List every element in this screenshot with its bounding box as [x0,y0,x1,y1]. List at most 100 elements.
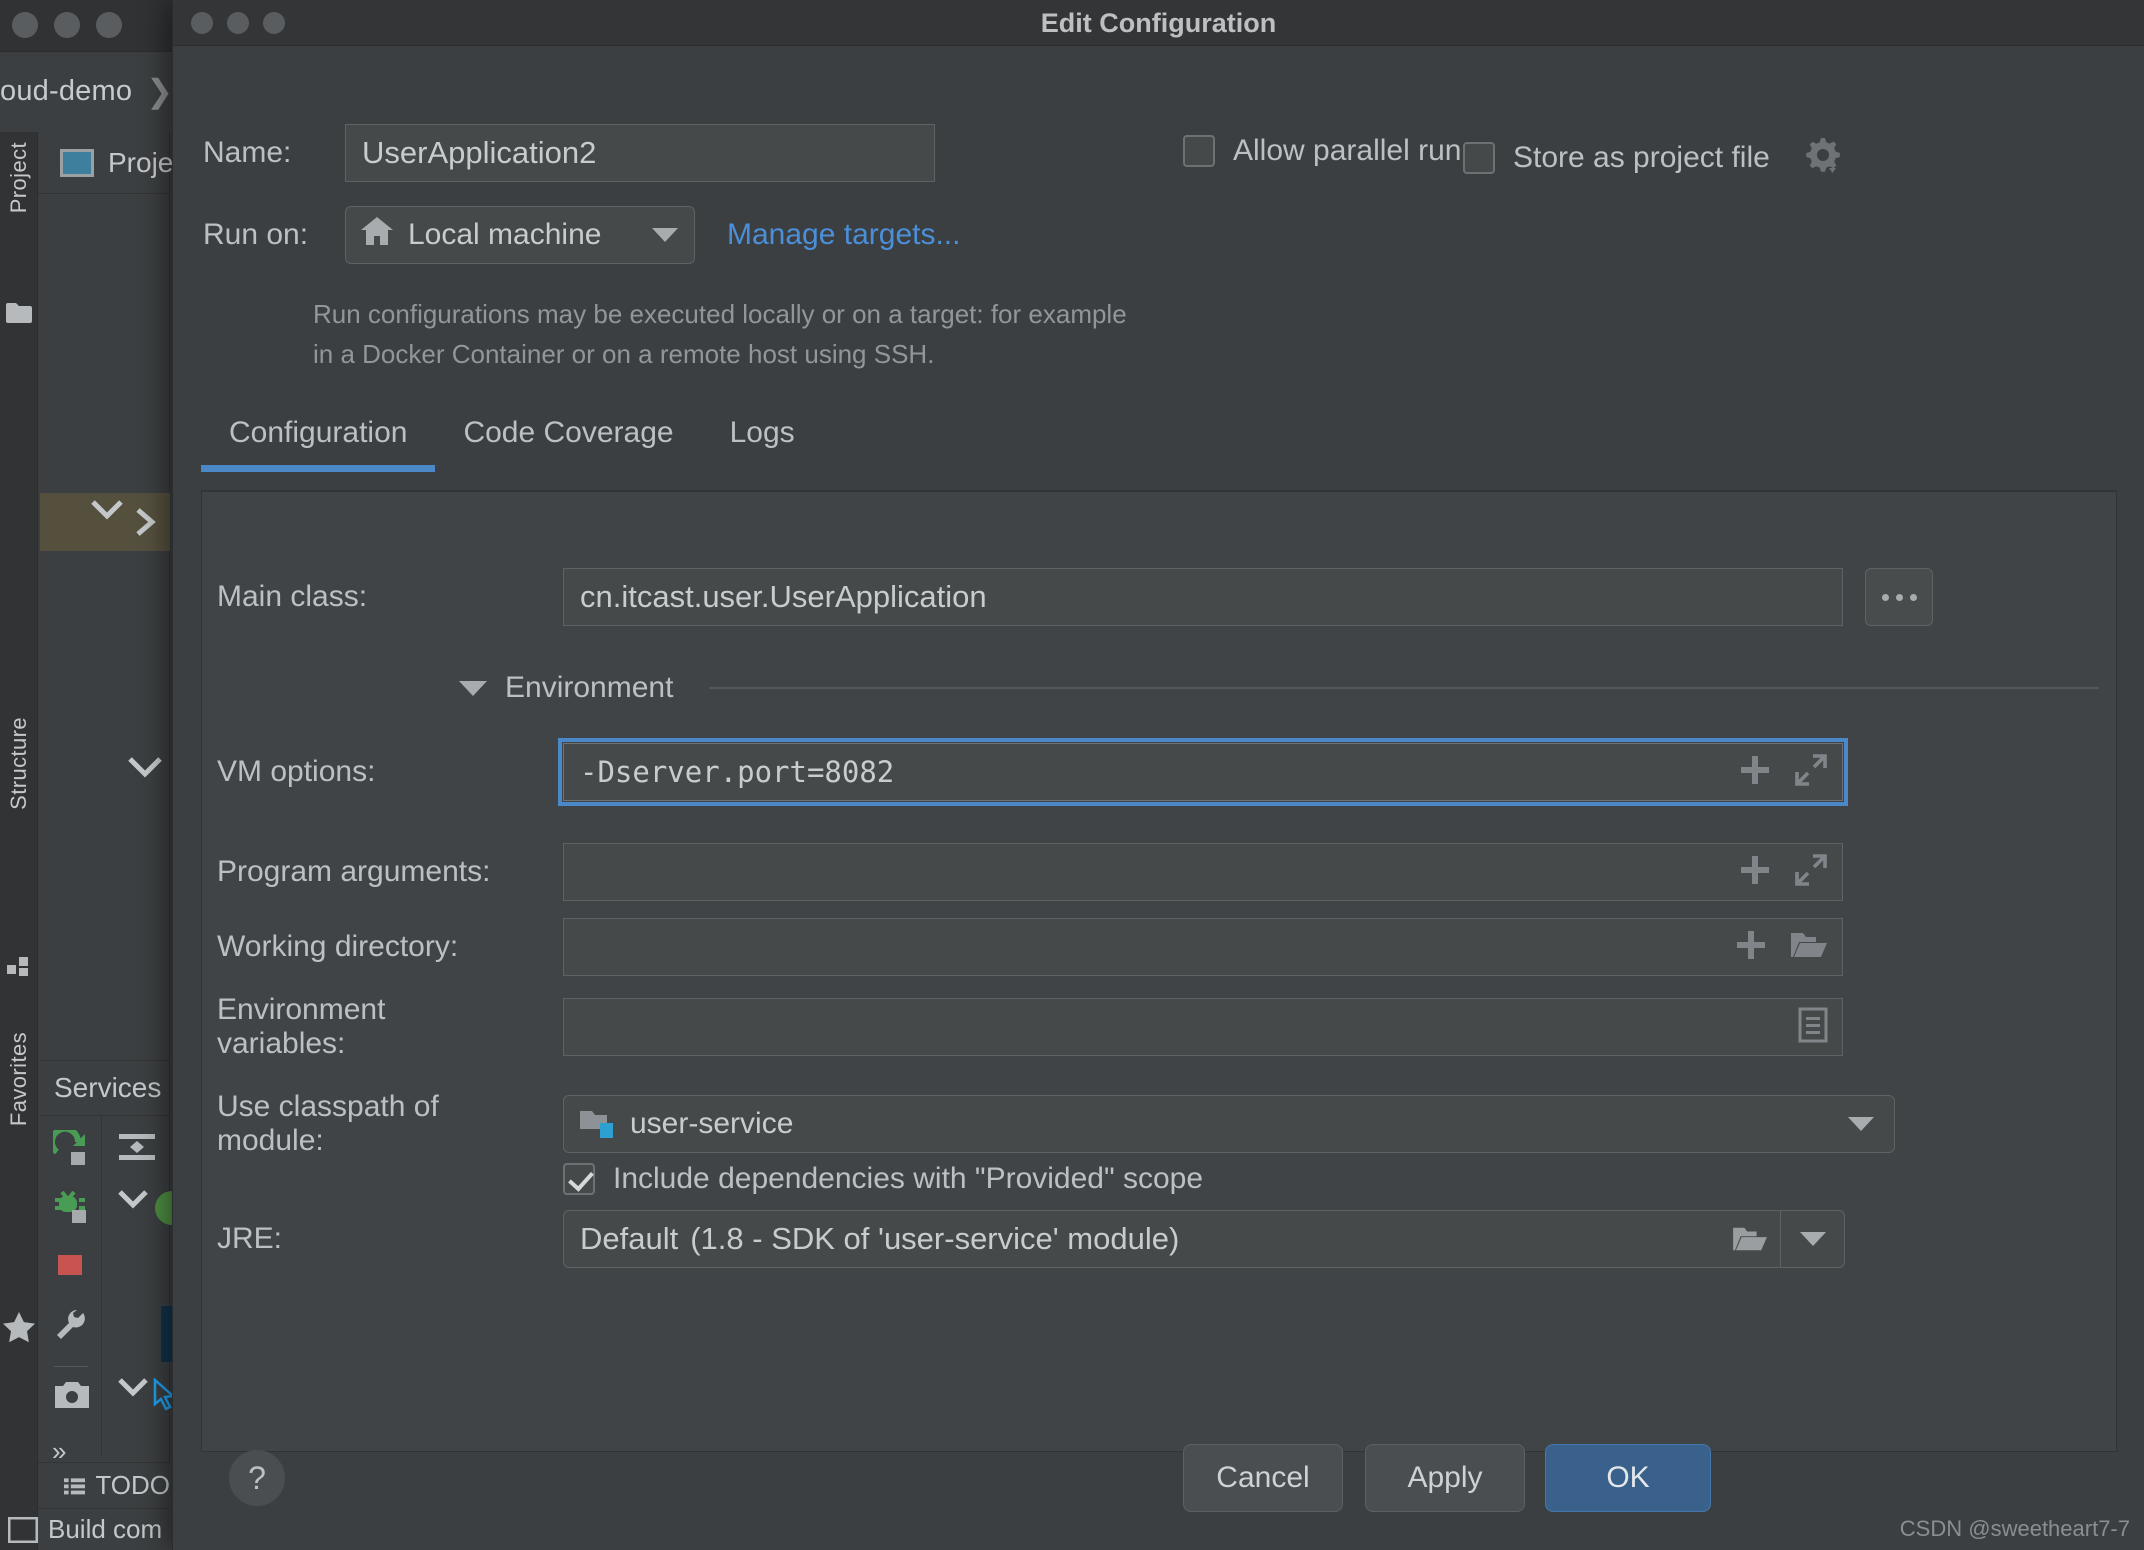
cancel-button[interactable]: Cancel [1183,1444,1343,1512]
tree-chevron-1[interactable] [90,498,124,520]
build-tool-window-button[interactable]: Build com [0,1508,170,1550]
screen: oud-demo ❯ o Project Structure Favorites… [0,0,2144,1550]
vm-options-label: VM options: [217,755,376,788]
environment-section-label: Environment [505,671,674,704]
allow-parallel-run-label: Allow parallel run [1233,134,1462,167]
chevron-right-icon [136,508,156,536]
rerun-icon[interactable] [49,1125,91,1168]
chevron-right-icon: ❯ [146,73,174,109]
name-row: Name: UserApplication2 [203,124,935,182]
hint-line-2: in a Docker Container or on a remote hos… [313,339,935,369]
window-minimize-button[interactable] [54,12,80,38]
todo-list-icon [64,1477,86,1494]
chevron-down-icon [1848,1117,1874,1131]
dialog-footer: ? Cancel Apply OK [173,1420,2144,1550]
program-arguments-label: Program arguments: [217,855,491,888]
services-toolbar: » [40,1116,102,1466]
edit-configuration-dialog: Edit Configuration Name: UserApplication… [172,0,2144,1550]
run-on-row: Run on: Local machine Manage targets... [203,206,960,264]
working-directory-input[interactable] [563,918,1843,976]
tab-configuration[interactable]: Configuration [201,416,436,472]
store-as-project-file-label: Store as project file [1513,140,1770,174]
breadcrumb-project[interactable]: oud-demo [0,75,132,108]
ide-left-toolbar: Project Structure Favorites [0,132,38,1550]
folder-icon [5,302,33,329]
sidebar-item-project[interactable]: Project [6,142,32,213]
jre-folder-button[interactable] [1720,1224,1780,1254]
window-close-button[interactable] [12,12,38,38]
include-provided-dependencies-label: Include dependencies with "Provided" sco… [613,1162,1204,1195]
jre-dropdown-button[interactable] [1780,1210,1844,1268]
plus-icon[interactable] [1738,853,1772,892]
camera-icon[interactable] [53,1378,91,1416]
tab-code-coverage-label: Code Coverage [463,416,674,449]
run-on-label: Run on: [203,218,309,251]
structure-icon [7,957,35,982]
vm-options-row: VM options: -Dserver.port=8082 [217,738,2097,806]
wrench-icon[interactable] [53,1306,91,1344]
chevron-down-icon-2[interactable] [117,1376,149,1403]
environment-variables-row: Environment variables: [217,993,2097,1061]
checkbox-box [1463,141,1495,174]
folder-icon[interactable] [1790,929,1828,966]
module-dropdown[interactable]: user-service [563,1095,1895,1153]
checkbox-box [1183,135,1215,167]
name-input[interactable]: UserApplication2 [345,124,935,182]
project-window-icon [60,148,94,177]
dialog-title: Edit Configuration [1040,8,1277,38]
environment-variables-input[interactable] [563,998,1843,1056]
tab-code-coverage[interactable]: Code Coverage [435,416,701,472]
todo-label: TODO [95,1470,170,1500]
main-class-value: cn.itcast.user.UserApplication [580,579,987,614]
jre-detail: (1.8 - SDK of 'user-service' module) [690,1221,1180,1256]
use-classpath-label: Use classpath of module: [217,1090,439,1157]
manage-targets-link[interactable]: Manage targets... [727,218,960,252]
todo-tool-window-button[interactable]: TODO [38,1462,170,1508]
main-class-input[interactable]: cn.itcast.user.UserApplication [563,568,1843,626]
services-panel-header[interactable]: Services [40,1060,170,1116]
collapse-all-icon[interactable] [117,1132,157,1167]
apply-button[interactable]: Apply [1365,1444,1525,1512]
expand-icon[interactable] [1794,753,1828,792]
gear-icon[interactable] [1802,134,1842,181]
section-divider [709,687,2099,689]
plus-icon[interactable] [1738,753,1772,792]
chevron-down-icon[interactable] [117,1188,149,1215]
build-label: Build com [48,1514,163,1544]
include-provided-dependencies-checkbox[interactable]: Include dependencies with "Provided" sco… [563,1162,1203,1196]
working-directory-label: Working directory: [217,930,459,963]
jre-label: JRE: [217,1222,283,1255]
run-on-dropdown[interactable]: Local machine [345,206,695,264]
store-as-project-file-checkbox[interactable]: Store as project file [1463,134,1842,181]
build-window-icon [8,1516,38,1543]
dialog-tabs: Configuration Code Coverage Logs [201,416,823,472]
environment-section-header[interactable]: Environment [459,671,2099,705]
run-on-value: Local machine [408,218,602,251]
program-arguments-input[interactable] [563,843,1843,901]
tab-configuration-label: Configuration [229,416,408,449]
help-button[interactable]: ? [229,1450,285,1506]
tab-logs[interactable]: Logs [702,416,823,472]
module-value: user-service [630,1107,794,1140]
allow-parallel-run-checkbox[interactable]: Allow parallel run [1183,134,1461,168]
star-icon [3,1312,35,1347]
vm-options-value: -Dserver.port=8082 [580,755,895,789]
stop-icon[interactable] [53,1246,91,1284]
list-icon[interactable] [1798,1007,1828,1048]
vm-options-input[interactable]: -Dserver.port=8082 [558,738,1848,806]
main-class-browse-button[interactable] [1865,568,1933,626]
jre-input[interactable]: Default (1.8 - SDK of 'user-service' mod… [563,1210,1845,1268]
tree-chevron-2[interactable] [126,755,164,779]
expand-icon[interactable] [1794,853,1828,892]
tab-logs-label: Logs [729,416,795,449]
project-panel-header: Projec [38,132,187,194]
chevron-down-icon [1799,1232,1826,1246]
jre-value: Default [580,1221,679,1256]
window-maximize-button[interactable] [96,12,122,38]
chevron-down-icon [459,680,487,696]
debug-icon[interactable] [53,1188,91,1226]
plus-icon[interactable] [1734,928,1768,967]
ok-button[interactable]: OK [1545,1444,1711,1512]
chevron-down-icon [652,228,678,242]
dialog-body: Name: UserApplication2 Allow parallel ru… [173,46,2144,1550]
